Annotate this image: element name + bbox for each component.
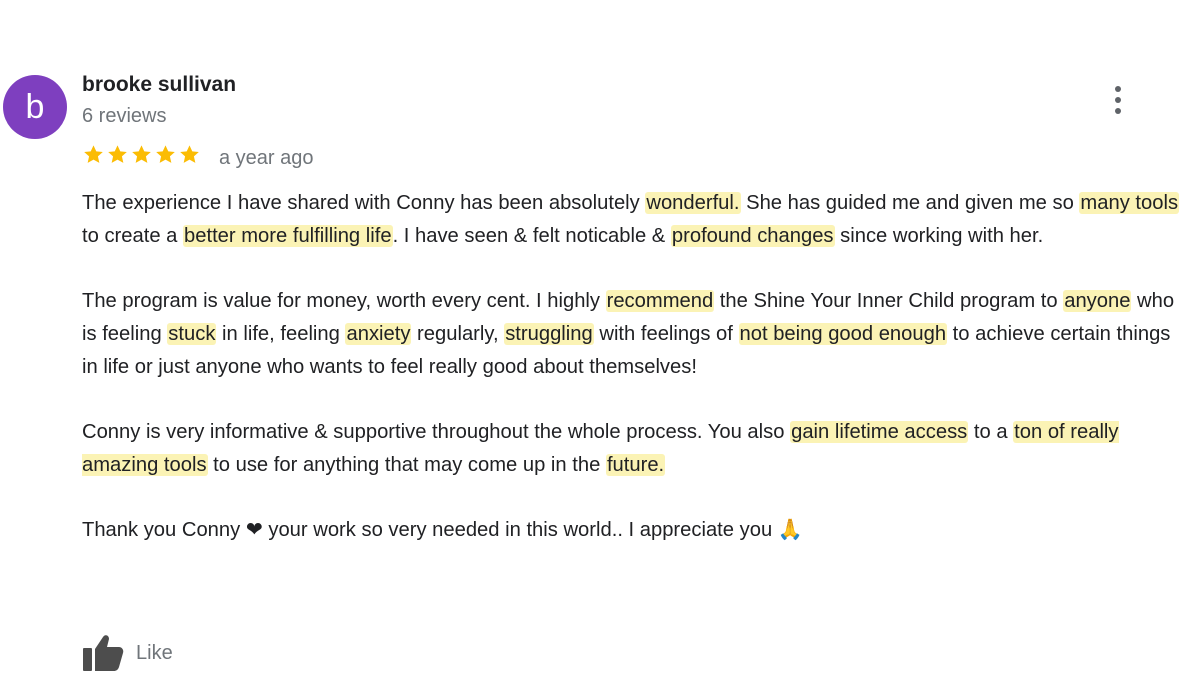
star-icon <box>108 145 127 163</box>
review-count[interactable]: 6 reviews <box>82 105 166 128</box>
review-timestamp: a year ago <box>219 147 314 169</box>
thumbs-up-icon <box>83 635 124 671</box>
review-text-segment: regularly, <box>411 323 505 345</box>
star-icon <box>156 145 175 163</box>
review-paragraph: Thank you Conny ❤ your work so very need… <box>82 514 1182 547</box>
star-rating <box>82 143 201 166</box>
highlighted-phrase: struggling <box>504 323 594 345</box>
review-text-segment: to use for anything that may come up in … <box>207 454 606 476</box>
highlighted-phrase: recommend <box>605 290 715 312</box>
review-text-segment: The experience I have shared with Conny … <box>82 192 646 214</box>
like-button[interactable]: Like <box>82 634 173 672</box>
review-text-segment: with feelings of <box>593 323 739 345</box>
review-text-segment: Conny is very informative & supportive t… <box>82 421 791 443</box>
more-options-button[interactable] <box>1104 82 1132 118</box>
review-text-segment: . I have seen & felt noticable & <box>392 225 671 247</box>
review-text-segment: The program is value for money, worth ev… <box>82 290 606 312</box>
highlighted-phrase: stuck <box>167 323 217 345</box>
more-vert-icon-dot <box>1115 108 1121 114</box>
star-icon <box>84 145 103 163</box>
reviewer-name[interactable]: brooke sullivan <box>82 73 236 97</box>
more-vert-icon <box>1115 86 1121 92</box>
review-text-segment: to create a <box>82 225 183 247</box>
review-text-segment: in life, feeling <box>216 323 346 345</box>
highlighted-phrase: many tools <box>1079 192 1180 214</box>
avatar[interactable]: b <box>3 75 67 139</box>
highlighted-phrase: wonderful. <box>645 192 741 214</box>
review-paragraph: Conny is very informative & supportive t… <box>82 416 1182 482</box>
star-icon <box>132 145 151 163</box>
highlighted-phrase: future. <box>605 454 666 476</box>
more-vert-icon-dot <box>1115 97 1121 103</box>
review-text-segment: the Shine Your Inner Child program to <box>714 290 1064 312</box>
like-label: Like <box>136 641 173 664</box>
highlighted-phrase: anxiety <box>345 323 412 345</box>
star-icon <box>180 145 199 163</box>
review-text: The experience I have shared with Conny … <box>82 187 1182 579</box>
highlighted-phrase: profound changes <box>670 225 835 247</box>
highlighted-phrase: not being good enough <box>738 323 948 345</box>
highlighted-phrase: better more fulfilling life <box>183 225 393 247</box>
review-text-segment: She has guided me and given me so <box>740 192 1080 214</box>
highlighted-phrase: gain lifetime access <box>790 421 969 443</box>
avatar-initial: b <box>25 88 45 126</box>
review-text-segment: Thank you Conny ❤ your work so very need… <box>82 519 803 541</box>
highlighted-phrase: anyone <box>1063 290 1132 312</box>
review-paragraph: The program is value for money, worth ev… <box>82 285 1182 384</box>
review-paragraph: The experience I have shared with Conny … <box>82 187 1182 253</box>
review-text-segment: since working with her. <box>834 225 1044 247</box>
review-text-segment: to a <box>968 421 1014 443</box>
